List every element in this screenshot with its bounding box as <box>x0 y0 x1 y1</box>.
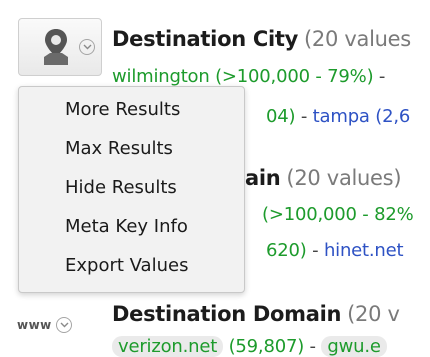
menu-item-meta-key-info[interactable]: Meta Key Info <box>65 216 188 237</box>
section-title-domain: ain (20 values) <box>245 166 402 190</box>
results-dropdown-menu: More Results Max Results Hide Results Me… <box>18 86 245 293</box>
value-list: (>100,000 - 82% <box>262 204 414 225</box>
chevron-down-icon[interactable] <box>56 317 72 333</box>
value-list: 620) - hinet.net <box>266 240 404 261</box>
menu-item-more-results[interactable]: More Results <box>65 99 180 120</box>
menu-item-export-values[interactable]: Export Values <box>65 255 188 276</box>
value-list: wilmington (>100,000 - 79%) - <box>112 66 386 87</box>
value-link[interactable]: hinet.net <box>324 240 404 261</box>
meta-icon-button[interactable] <box>18 18 102 76</box>
value-link[interactable]: tampa (2,6 <box>313 106 411 127</box>
section-title-destination-domain: Destination Domain (20 v <box>112 302 400 326</box>
value-link[interactable]: wilmington (>100,000 - 79%) <box>112 66 374 87</box>
value-list: 04) - tampa (2,6 <box>266 106 411 127</box>
chevron-down-icon[interactable] <box>79 39 95 55</box>
value-link[interactable]: 620) <box>266 240 307 261</box>
value-link[interactable]: (>100,000 - 82% <box>262 204 414 225</box>
menu-item-max-results[interactable]: Max Results <box>65 138 173 159</box>
map-pin-icon <box>44 29 68 65</box>
www-icon: www <box>17 318 52 332</box>
section-title-destination-city: Destination City (20 values <box>112 27 411 51</box>
value-link[interactable]: 04) <box>266 106 296 127</box>
menu-item-hide-results[interactable]: Hide Results <box>65 177 177 198</box>
